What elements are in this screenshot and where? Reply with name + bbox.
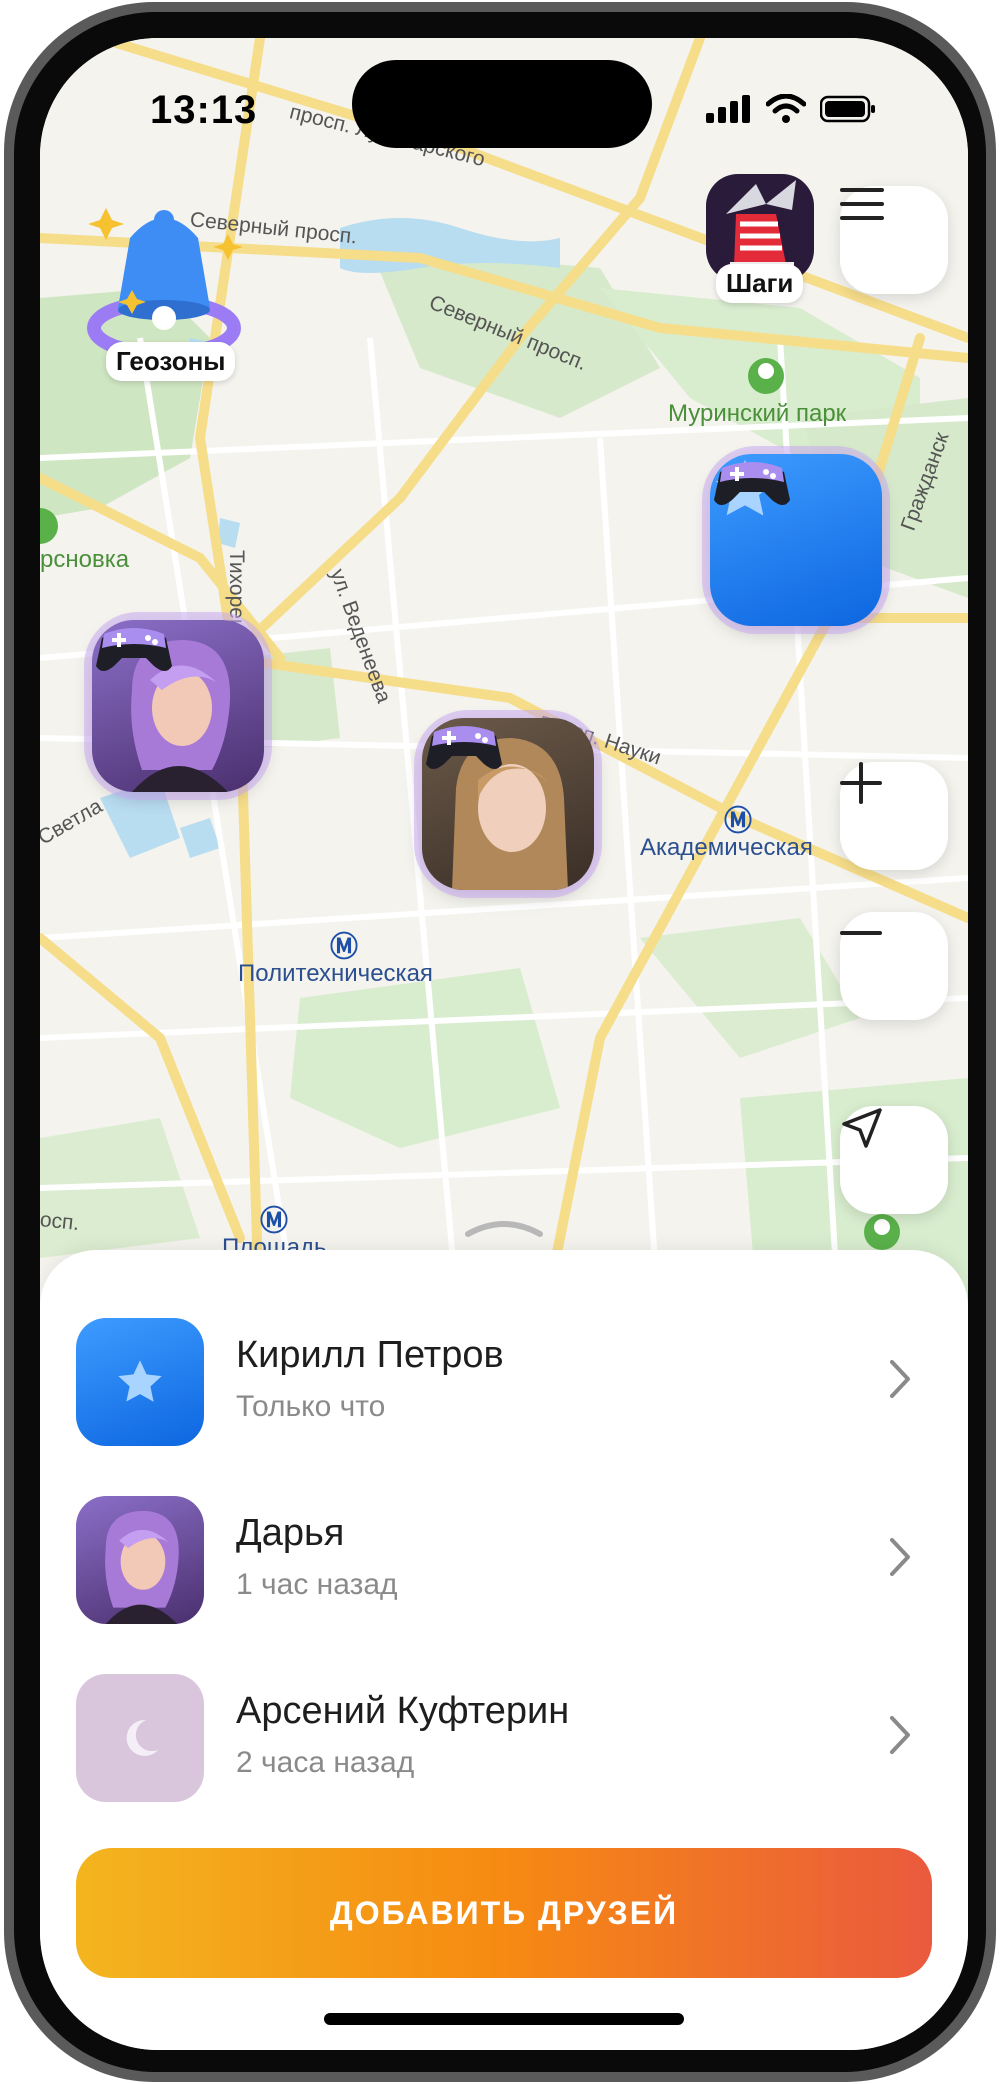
minus-icon [840,931,882,935]
friend-row[interactable]: Дарья 1 час назад [76,1496,932,1626]
steps-button[interactable]: Шаги [690,164,820,314]
friend-last-seen: 2 часа назад [236,1746,415,1779]
hamburger-icon [840,188,884,220]
map-marker-arseniy[interactable] [422,718,594,890]
metro-station-label: Академическая [640,834,813,861]
metro-station-label: Политехническая [238,960,433,987]
sheet-handle-icon[interactable] [464,1218,544,1238]
friend-row[interactable]: Арсений Куфтерин 2 часа назад [76,1674,932,1804]
svg-text:Ⓜ: Ⓜ [330,930,358,962]
map-view[interactable]: Ⓜ Ⓜ Ⓜ просп. Луначарского Северный просп… [40,38,968,1338]
park-label: Муринский парк [668,400,847,427]
wifi-icon [766,94,806,123]
gamepad-icon [426,726,502,769]
signal-icon [706,95,750,123]
user-photo [105,1510,179,1624]
battery-icon [820,95,875,123]
status-icons [706,94,876,124]
friend-avatar [76,1674,204,1802]
chevron-right-icon [890,1360,910,1398]
zoom-in-button[interactable] [840,762,948,870]
map-marker-kirill[interactable] [710,454,882,626]
star-icon [118,1360,162,1402]
menu-button[interactable] [840,186,948,294]
plus-icon [840,762,882,804]
home-indicator [324,2013,684,2025]
add-friends-button[interactable]: ДОБАВИТЬ ДРУЗЕЙ [76,1848,932,1978]
friend-last-seen: 1 час назад [236,1568,398,1601]
friend-avatar [76,1496,204,1624]
my-location-button[interactable] [840,1106,948,1214]
friend-row[interactable]: Кирилл Петров Только что [76,1318,932,1448]
steps-label: Шаги [716,264,804,303]
chevron-right-icon [890,1716,910,1754]
moon-icon [126,1719,158,1756]
dynamic-island [352,60,652,148]
status-time: 13:13 [150,88,258,132]
park-label: рсновка [40,546,130,573]
svg-text:Ⓜ: Ⓜ [724,804,752,836]
phone-frame: Ⓜ Ⓜ Ⓜ просп. Луначарского Северный просп… [4,2,996,2082]
friend-last-seen: Только что [236,1390,386,1423]
friend-name: Арсений Куфтерин [236,1690,570,1732]
gamepad-icon [96,628,172,671]
friend-name: Кирилл Петров [236,1334,504,1376]
gamepad-icon [714,462,790,505]
friend-name: Дарья [236,1512,345,1554]
svg-text:Ⓜ: Ⓜ [260,1204,288,1236]
geozones-label: Геозоны [106,342,236,381]
chevron-right-icon [890,1538,910,1576]
friend-avatar [76,1318,204,1446]
app-screen: Ⓜ Ⓜ Ⓜ просп. Луначарского Северный просп… [40,38,968,2050]
zoom-out-button[interactable] [840,912,948,1020]
street-label: осп. [40,1208,81,1236]
map-marker-daria[interactable] [92,620,264,792]
geozones-button[interactable]: Геозоны [60,178,260,381]
navigation-arrow-icon [842,1108,882,1148]
